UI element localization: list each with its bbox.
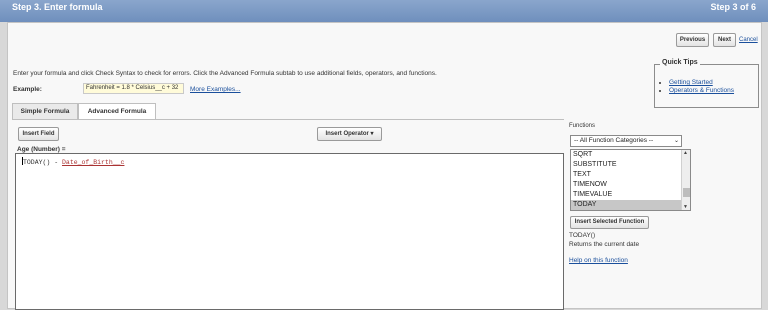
quick-tips-box: Quick Tips Getting Started Operators & F… (654, 59, 759, 108)
chevron-down-icon: ▾ (370, 131, 374, 137)
formula-panel: Previous Next Cancel Enter your formula … (7, 22, 762, 310)
scroll-thumb[interactable] (683, 188, 690, 197)
tab-simple-formula[interactable]: Simple Formula (12, 103, 78, 119)
operators-functions-link[interactable]: Operators & Functions (669, 87, 734, 94)
list-item-function[interactable]: TIMEVALUE (571, 190, 681, 200)
more-examples-link[interactable]: More Examples... (190, 86, 241, 93)
tab-divider (12, 119, 564, 120)
tab-advanced-formula[interactable]: Advanced Formula (78, 103, 156, 120)
next-button[interactable]: Next (713, 33, 736, 47)
quick-tips-title: Quick Tips (660, 59, 700, 66)
list-item-function[interactable]: SUBSTITUTE (571, 160, 681, 170)
scroll-down-icon[interactable]: ▼ (683, 204, 688, 210)
quick-tip-item: Getting Started (669, 79, 734, 87)
getting-started-link[interactable]: Getting Started (669, 79, 713, 86)
function-description: Returns the current date (569, 241, 640, 248)
functions-label: Functions (569, 123, 596, 129)
formula-text: TODAY() - Date_of_Birth__c (22, 157, 124, 166)
insert-field-button[interactable]: Insert Field (18, 127, 59, 141)
instructions-text: Enter your formula and click Check Synta… (13, 70, 437, 77)
quick-tips-list: Getting Started Operators & Functions (663, 79, 734, 95)
formula-editor[interactable]: TODAY() - Date_of_Birth__c (15, 153, 564, 310)
scroll-up-icon[interactable]: ▲ (683, 150, 688, 156)
wizard-step-counter: Step 3 of 6 (710, 2, 756, 12)
formula-function-text: TODAY() - (23, 159, 63, 166)
formula-field-reference: Date_of_Birth__c (62, 159, 125, 166)
function-category-select[interactable]: -- All Function Categories -- ⌄ (570, 135, 682, 147)
insert-operator-label: Insert Operator (325, 131, 369, 137)
function-category-value: -- All Function Categories -- (574, 137, 654, 144)
list-item-function[interactable]: TEXT (571, 170, 681, 180)
list-item-function-selected[interactable]: TODAY (571, 200, 681, 210)
cancel-link[interactable]: Cancel (739, 37, 758, 43)
quick-tip-item: Operators & Functions (669, 87, 734, 95)
example-formula: Fahrenheit = 1.8 * Celsius__c + 32 (83, 83, 184, 94)
insert-operator-button[interactable]: Insert Operator ▾ (317, 127, 382, 141)
previous-button[interactable]: Previous (676, 33, 709, 47)
wizard-step-title: Step 3. Enter formula (12, 2, 103, 12)
chevron-down-icon: ⌄ (673, 138, 679, 144)
list-item-function[interactable]: SQRT (571, 150, 681, 160)
wizard-header: Step 3. Enter formula Step 3 of 6 (0, 0, 768, 22)
function-signature: TODAY() (569, 232, 596, 239)
listbox-scrollbar[interactable]: ▲ ▼ (681, 150, 690, 210)
functions-listbox[interactable]: SQRT SUBSTITUTE TEXT TIMENOW TIMEVALUE T… (570, 149, 691, 211)
formula-field-label: Age (Number) = (17, 146, 66, 153)
insert-selected-function-button[interactable]: Insert Selected Function (570, 216, 649, 229)
list-item-function[interactable]: TIMENOW (571, 180, 681, 190)
function-help-link[interactable]: Help on this function (569, 257, 628, 264)
example-label: Example: (13, 86, 42, 93)
